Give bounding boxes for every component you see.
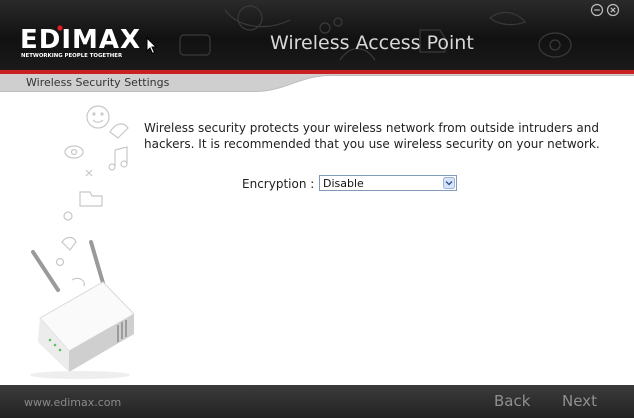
- logo-tagline: NETWORKING PEOPLE TOGETHER: [21, 53, 123, 59]
- footer-bar: www.edimax.com Back Next: [0, 385, 634, 418]
- setup-window: EDIMAX NETWORKING PEOPLE TOGETHER Wirele…: [0, 0, 634, 418]
- minimize-icon[interactable]: [590, 3, 604, 17]
- app-title: Wireless Access Point: [270, 32, 474, 54]
- next-button[interactable]: Next: [562, 392, 597, 410]
- close-icon[interactable]: [606, 3, 620, 17]
- encryption-select[interactable]: Disable: [319, 175, 457, 191]
- mouse-pointer-icon: [146, 37, 158, 55]
- encryption-label: Encryption :: [242, 177, 315, 191]
- security-description: Wireless security protects your wireless…: [144, 121, 600, 151]
- encryption-selected-value: Disable: [323, 177, 364, 190]
- back-button[interactable]: Back: [494, 392, 530, 410]
- logo-wordmark: EDIMAX: [20, 25, 141, 55]
- chevron-down-icon[interactable]: [443, 177, 455, 189]
- router-illustration: [30, 105, 135, 379]
- website-link[interactable]: www.edimax.com: [24, 396, 121, 409]
- section-title: Wireless Security Settings: [26, 76, 170, 89]
- header-bar: EDIMAX NETWORKING PEOPLE TOGETHER Wirele…: [0, 0, 634, 70]
- section-header: Wireless Security Settings: [0, 74, 634, 92]
- edimax-logo: EDIMAX NETWORKING PEOPLE TOGETHER: [20, 25, 141, 59]
